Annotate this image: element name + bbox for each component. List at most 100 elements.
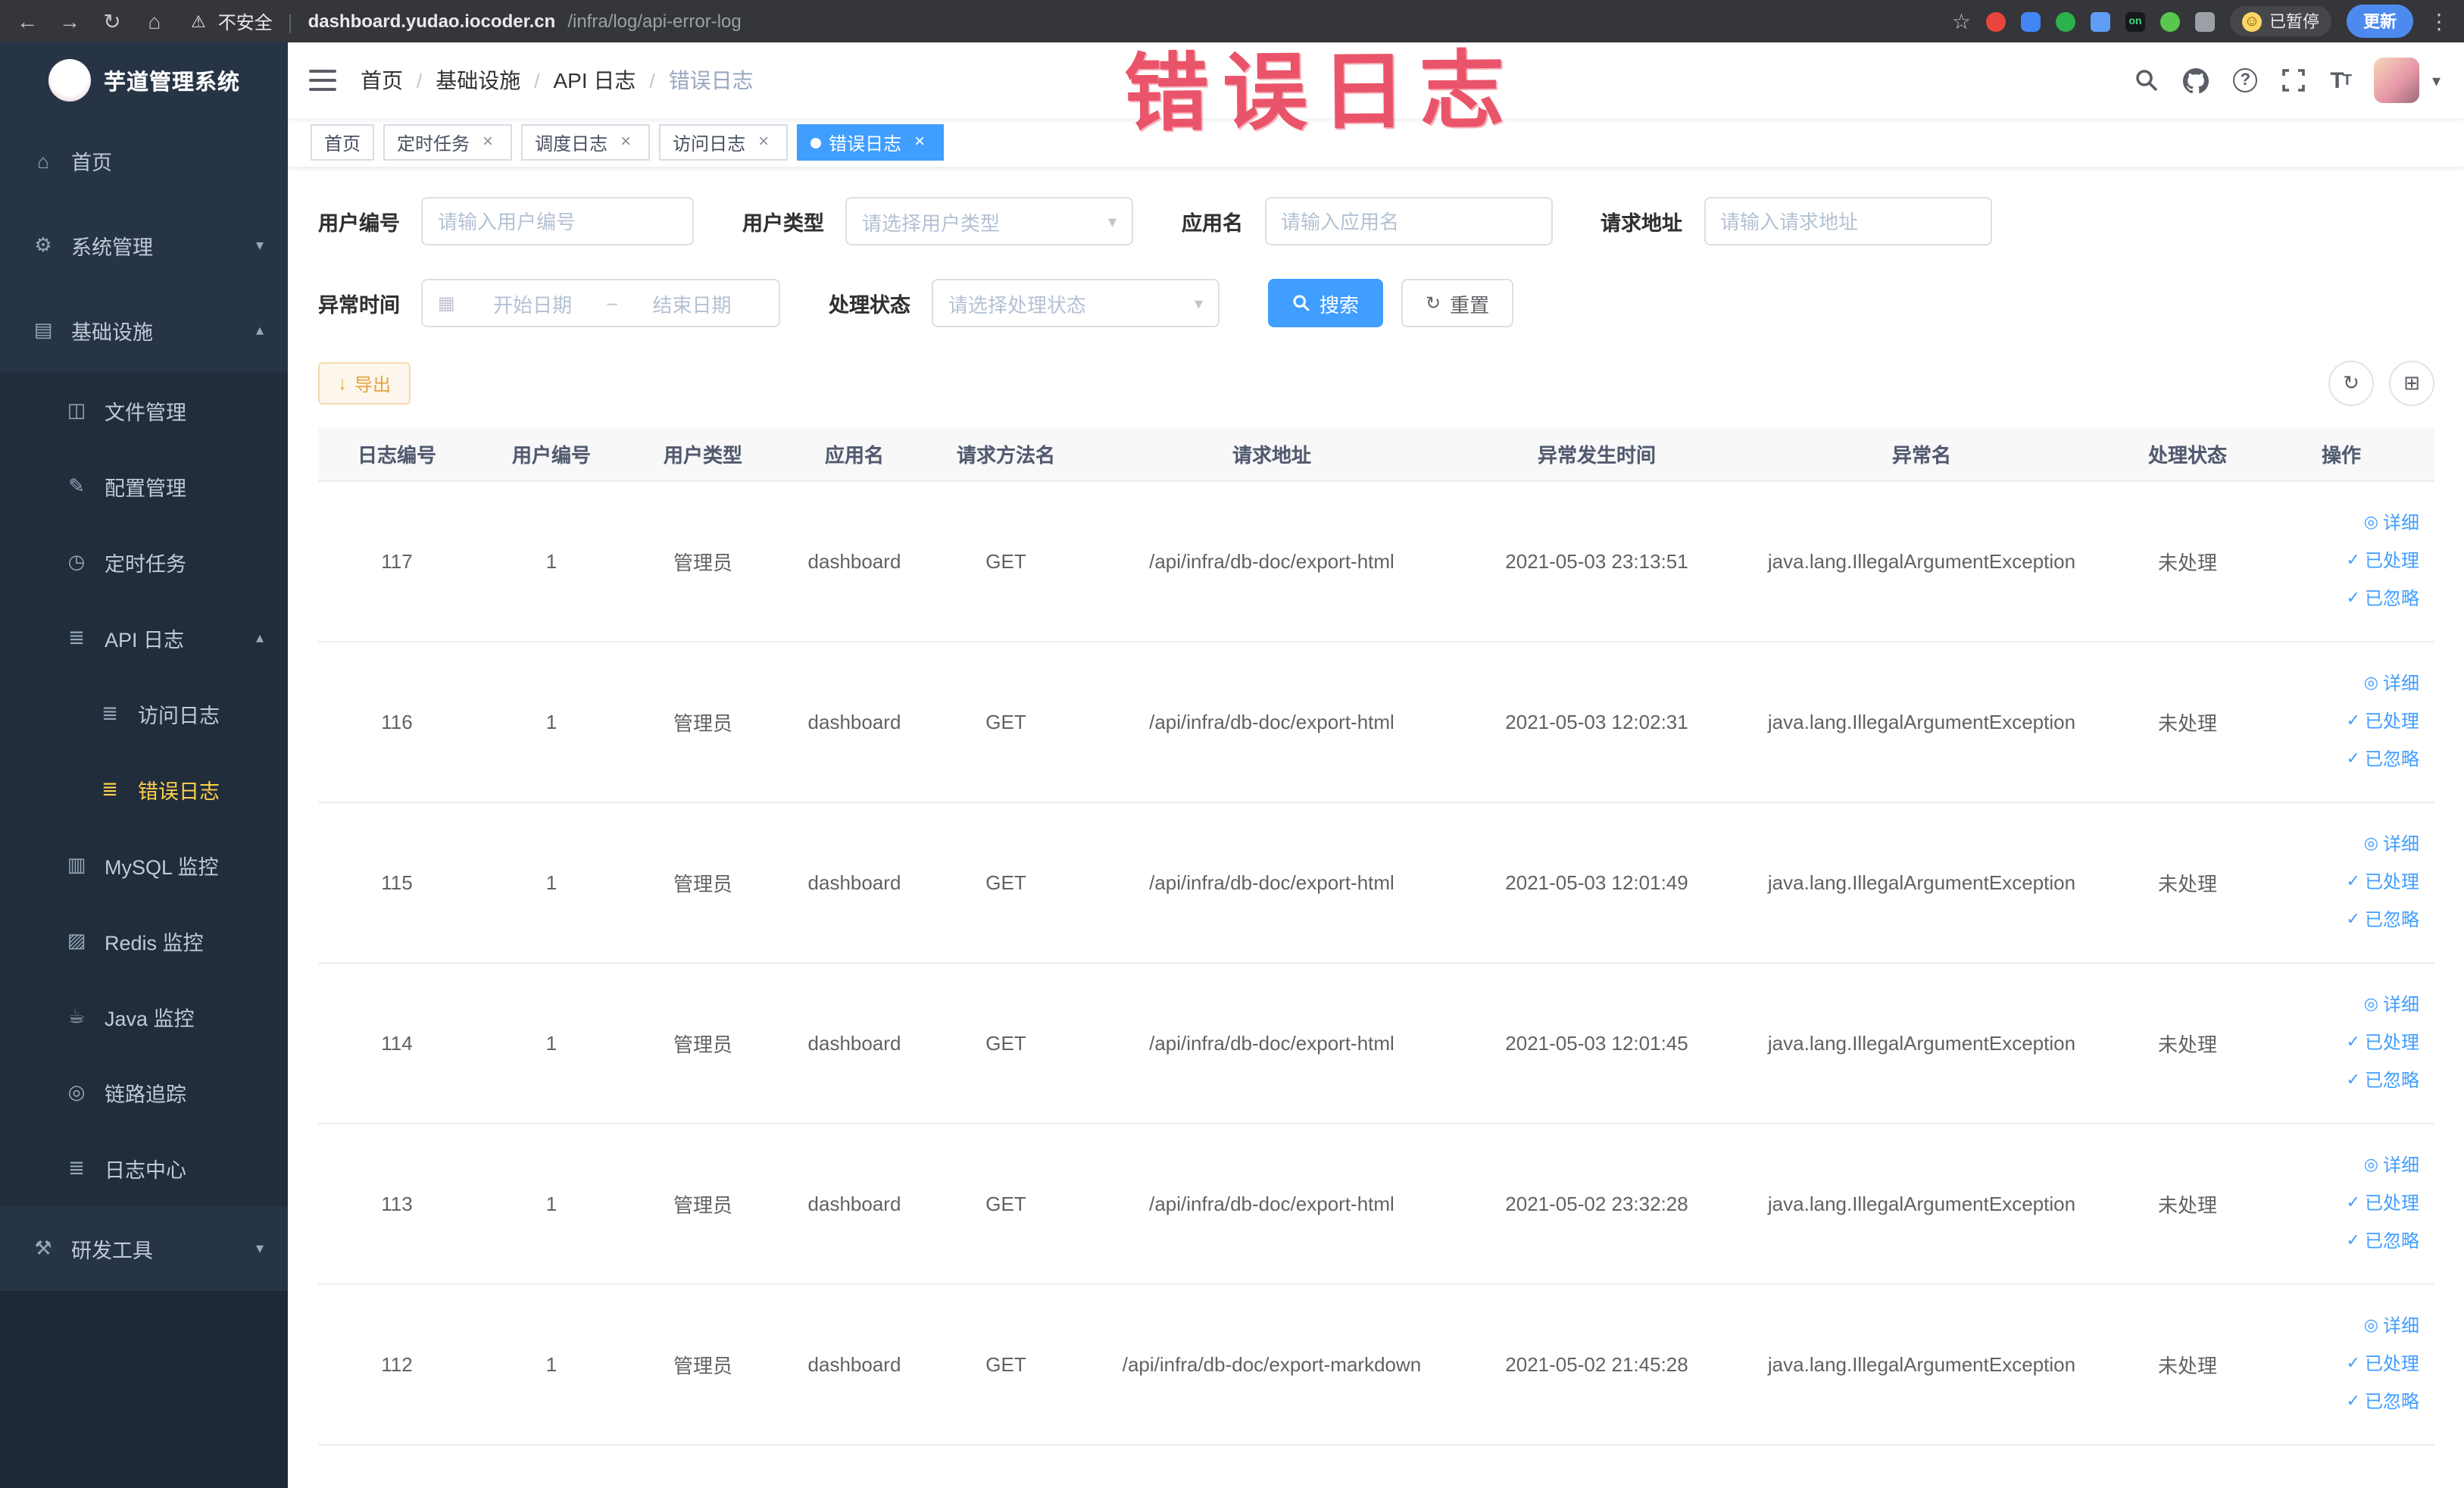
- tab-error-log[interactable]: 错误日志 ×: [797, 124, 945, 161]
- security-warning-icon: ⚠: [191, 13, 206, 31]
- sidebar-item-label: 访问日志: [138, 705, 220, 727]
- extension-icon[interactable]: [1986, 11, 2006, 31]
- refresh-table-button[interactable]: ↻: [2328, 361, 2374, 406]
- detail-link[interactable]: ◎ 详细: [2364, 986, 2419, 1024]
- header-search-button[interactable]: [2135, 68, 2159, 92]
- cell-app-name: dashboard: [807, 550, 901, 573]
- close-icon[interactable]: ×: [753, 131, 774, 153]
- browser-back-button[interactable]: ←: [15, 9, 39, 33]
- sidebar-item-file-management[interactable]: ◫ 文件管理: [0, 373, 288, 449]
- chevron-down-icon: ▾: [1107, 213, 1116, 231]
- mark-ignored-link[interactable]: ✓ 已忽略: [2347, 1223, 2419, 1261]
- mark-processed-link[interactable]: ✓ 已处理: [2347, 1346, 2419, 1383]
- app-name-input[interactable]: [1281, 210, 1535, 233]
- browser-home-button[interactable]: ⌂: [142, 9, 167, 33]
- mark-processed-link[interactable]: ✓ 已处理: [2347, 703, 2419, 741]
- sidebar-item-access-log[interactable]: ≣ 访问日志: [0, 676, 288, 752]
- browser-update-button[interactable]: 更新: [2347, 5, 2413, 38]
- sidebar-item-api-log[interactable]: ≣ API 日志 ▴: [0, 600, 288, 676]
- sidebar-item-label: 系统管理: [71, 236, 153, 259]
- browser-reload-button[interactable]: ↻: [100, 8, 124, 34]
- mark-processed-link[interactable]: ✓ 已处理: [2347, 1024, 2419, 1062]
- mark-ignored-link[interactable]: ✓ 已忽略: [2347, 902, 2419, 939]
- address-bar[interactable]: ⚠ 不安全 | dashboard.yudao.iocoder.cn/infra…: [191, 8, 1934, 34]
- column-settings-button[interactable]: ⊞: [2389, 361, 2434, 406]
- reset-button[interactable]: ↻ 重置: [1401, 279, 1514, 327]
- sidebar-item-config-management[interactable]: ✎ 配置管理: [0, 449, 288, 524]
- sidebar-item-infrastructure[interactable]: ▤ 基础设施 ▴: [0, 288, 288, 373]
- filter-process-status: 处理状态 请选择处理状态 ▾: [829, 279, 1220, 327]
- sidebar-item-java-monitor[interactable]: ☕ Java 监控: [0, 979, 288, 1055]
- request-url-input[interactable]: [1720, 210, 1975, 233]
- tab-schedule-log[interactable]: 调度日志 ×: [521, 124, 651, 161]
- breadcrumb-item-home[interactable]: 首页: [361, 65, 403, 95]
- tab-scheduled-jobs[interactable]: 定时任务 ×: [383, 124, 513, 161]
- fullscreen-button[interactable]: [2281, 68, 2306, 92]
- detail-link[interactable]: ◎ 详细: [2364, 1147, 2419, 1185]
- user-id-input[interactable]: [438, 210, 677, 233]
- tab-access-log[interactable]: 访问日志 ×: [659, 124, 789, 161]
- close-icon[interactable]: ×: [477, 131, 498, 153]
- sidebar-item-redis-monitor[interactable]: ▨ Redis 监控: [0, 903, 288, 979]
- mark-ignored-link[interactable]: ✓ 已忽略: [2347, 741, 2419, 779]
- ignored-link-label: 已忽略: [2364, 588, 2419, 609]
- question-icon: ?: [2233, 68, 2258, 92]
- detail-link[interactable]: ◎ 详细: [2364, 1308, 2419, 1346]
- mark-processed-link[interactable]: ✓ 已处理: [2347, 542, 2419, 580]
- user-avatar[interactable]: [2374, 58, 2420, 103]
- tab-home[interactable]: 首页: [311, 124, 375, 161]
- field-label: 处理状态: [829, 294, 910, 317]
- detail-link[interactable]: ◎ 详细: [2364, 505, 2419, 542]
- cell-method: GET: [985, 1193, 1026, 1215]
- active-dot-icon: [810, 137, 822, 148]
- font-size-button[interactable]: TT: [2330, 67, 2352, 93]
- mark-processed-link[interactable]: ✓ 已处理: [2347, 1185, 2419, 1223]
- sidebar-item-mysql-monitor[interactable]: ▥ MySQL 监控: [0, 827, 288, 903]
- home-icon: ⌂: [37, 149, 49, 172]
- extension-icon[interactable]: [2056, 11, 2075, 31]
- user-type-select[interactable]: 请选择用户类型 ▾: [845, 197, 1133, 245]
- mark-ignored-link[interactable]: ✓ 已忽略: [2347, 1062, 2419, 1100]
- mark-ignored-link[interactable]: ✓ 已忽略: [2347, 1383, 2419, 1421]
- sidebar-item-error-log[interactable]: ≣ 错误日志: [0, 752, 288, 827]
- extension-icon[interactable]: [2195, 11, 2215, 31]
- sidebar-item-log-center[interactable]: ≣ 日志中心: [0, 1130, 288, 1206]
- sidebar: 芋道管理系统 ⌂ 首页 ⚙ 系统管理 ▾ ▤ 基础设施 ▴ ◫ 文件管理 ✎ 配…: [0, 42, 288, 1488]
- search-button[interactable]: 搜索: [1268, 279, 1384, 327]
- browser-forward-button[interactable]: →: [58, 9, 82, 33]
- sidebar-item-tracing[interactable]: ◎ 链路追踪: [0, 1055, 288, 1130]
- cell-user-type: 管理员: [673, 712, 732, 735]
- sidebar-item-scheduled-jobs[interactable]: ◷ 定时任务: [0, 524, 288, 600]
- detail-link[interactable]: ◎ 详细: [2364, 665, 2419, 703]
- close-icon[interactable]: ×: [615, 131, 636, 153]
- sidebar-item-dev-tools[interactable]: ⚒ 研发工具 ▾: [0, 1206, 288, 1291]
- github-link[interactable]: [2183, 67, 2209, 93]
- cell-status: 未处理: [2157, 873, 2217, 896]
- user-menu-caret-icon[interactable]: ▾: [2432, 70, 2441, 90]
- process-status-select[interactable]: 请选择处理状态 ▾: [932, 279, 1220, 327]
- mark-processed-link[interactable]: ✓ 已处理: [2347, 864, 2419, 902]
- extension-icon[interactable]: on: [2125, 11, 2145, 31]
- browser-menu-kebab-icon[interactable]: ⋮: [2428, 8, 2450, 34]
- mark-ignored-link[interactable]: ✓ 已忽略: [2347, 580, 2419, 618]
- cell-user-id: 1: [545, 871, 557, 894]
- extension-icon[interactable]: [2091, 11, 2110, 31]
- sidebar-item-system-management[interactable]: ⚙ 系统管理 ▾: [0, 203, 288, 288]
- exception-time-range[interactable]: ▦ 开始日期 – 结束日期: [421, 279, 780, 327]
- breadcrumb-item-infrastructure[interactable]: 基础设施: [436, 65, 520, 95]
- bookmark-star-icon[interactable]: ☆: [1952, 8, 1971, 34]
- extension-icon[interactable]: [2160, 11, 2180, 31]
- cell-status: 未处理: [2157, 552, 2217, 574]
- breadcrumb: 首页 / 基础设施 / API 日志 / 错误日志: [361, 65, 754, 95]
- breadcrumb-item-api-log[interactable]: API 日志: [554, 65, 636, 95]
- help-button[interactable]: ?: [2233, 68, 2258, 92]
- sidebar-toggle-button[interactable]: [309, 70, 336, 91]
- paused-extension-badge[interactable]: ☺ 已暂停: [2230, 6, 2331, 36]
- extension-icon[interactable]: [2021, 11, 2041, 31]
- sidebar-item-dashboard[interactable]: ⌂ 首页: [0, 118, 288, 203]
- close-icon[interactable]: ×: [909, 131, 930, 153]
- chevron-up-icon: ▴: [255, 322, 264, 339]
- detail-link-label: 详细: [2382, 994, 2419, 1015]
- export-button[interactable]: ↓ 导出: [318, 362, 411, 405]
- detail-link[interactable]: ◎ 详细: [2364, 826, 2419, 864]
